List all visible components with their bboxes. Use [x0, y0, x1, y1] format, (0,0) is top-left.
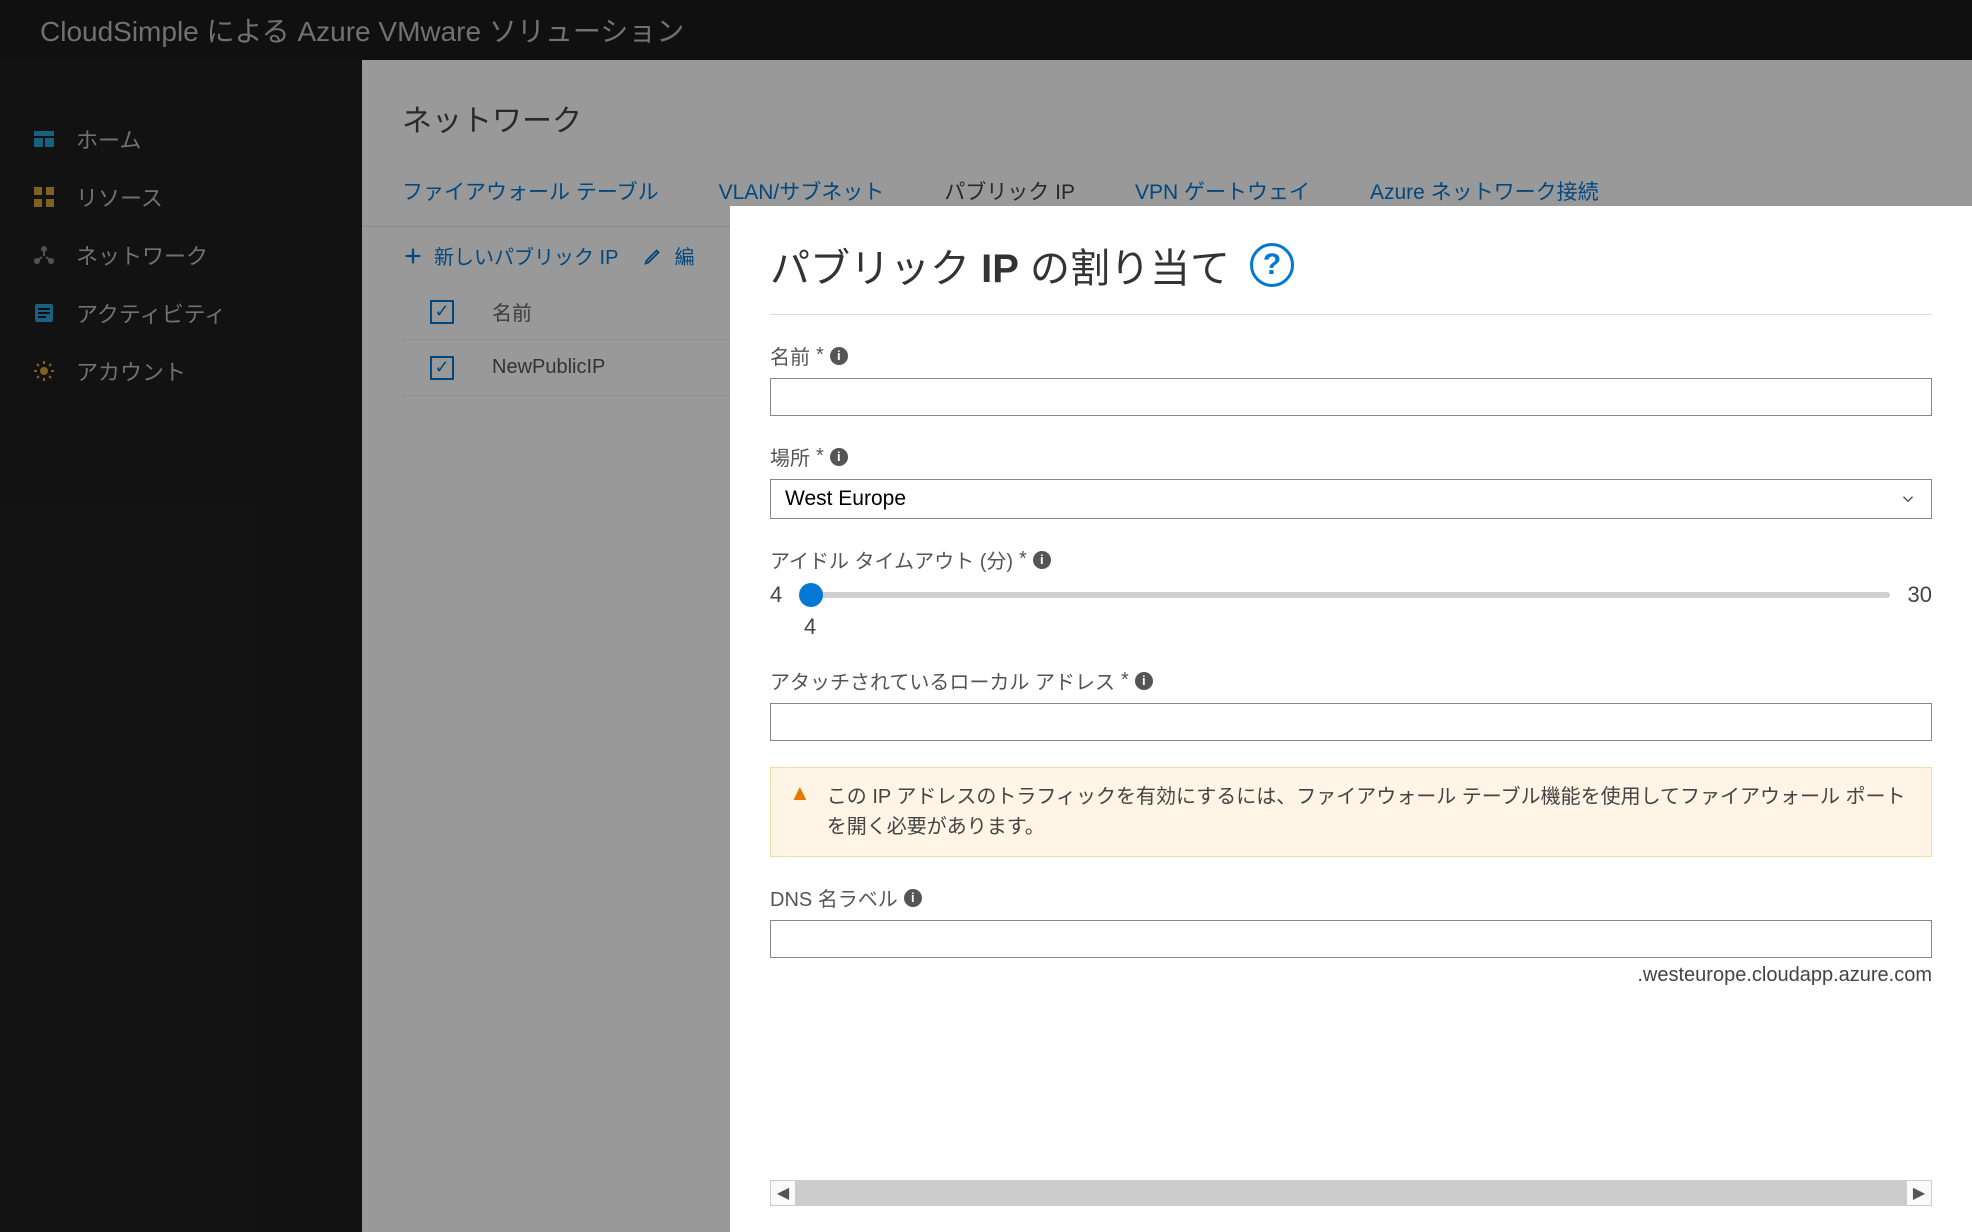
- required-mark: *: [1121, 669, 1129, 692]
- local-address-input[interactable]: [770, 703, 1932, 741]
- field-local-address: アタッチされているローカル アドレス * i: [770, 666, 1932, 741]
- slider-track[interactable]: [800, 592, 1889, 598]
- field-timeout-label: アイドル タイムアウト (分): [770, 545, 1013, 574]
- slider-max: 30: [1908, 582, 1932, 608]
- info-icon[interactable]: i: [830, 448, 848, 466]
- panel-title-suffix: の割り当て: [1019, 247, 1230, 291]
- scroll-track[interactable]: [795, 1181, 1907, 1205]
- panel-title-prefix: パブリック: [770, 247, 981, 291]
- name-input[interactable]: [770, 378, 1932, 416]
- info-icon[interactable]: i: [1135, 672, 1153, 690]
- help-button[interactable]: ?: [1250, 243, 1294, 287]
- slider-min: 4: [770, 582, 782, 608]
- field-dns-label: DNS 名ラベル i .westeurope.cloudapp.azure.co…: [770, 883, 1932, 987]
- panel-title-bold: IP: [981, 247, 1019, 291]
- field-name: 名前 * i: [770, 341, 1932, 416]
- info-icon[interactable]: i: [1033, 551, 1051, 569]
- info-icon[interactable]: i: [830, 347, 848, 365]
- scroll-left-icon[interactable]: ◀: [771, 1183, 795, 1203]
- location-select[interactable]: West Europe: [770, 479, 1932, 519]
- field-dns-label-text: DNS 名ラベル: [770, 883, 898, 912]
- warning-icon: ▲: [789, 782, 811, 804]
- slider-thumb[interactable]: [799, 583, 823, 607]
- dns-suffix: .westeurope.cloudapp.azure.com: [770, 964, 1932, 987]
- field-name-label-row: 名前 * i: [770, 341, 1932, 370]
- timeout-slider[interactable]: 4 30: [770, 582, 1932, 608]
- panel-title: パブリック IP の割り当て: [770, 236, 1230, 294]
- required-mark: *: [1019, 548, 1027, 571]
- horizontal-scrollbar[interactable]: ◀ ▶: [770, 1180, 1932, 1206]
- field-local-label: アタッチされているローカル アドレス: [770, 666, 1115, 695]
- help-icon: ?: [1263, 248, 1281, 282]
- field-idle-timeout: アイドル タイムアウト (分) * i 4 30 4: [770, 545, 1932, 640]
- location-value: West Europe: [785, 487, 906, 511]
- required-mark: *: [816, 344, 824, 367]
- allocate-public-ip-panel: パブリック IP の割り当て ? 名前 * i 場所 * i West Euro…: [730, 206, 1972, 1232]
- required-mark: *: [816, 445, 824, 468]
- field-location: 場所 * i West Europe: [770, 442, 1932, 519]
- field-local-label-row: アタッチされているローカル アドレス * i: [770, 666, 1932, 695]
- field-dns-label-row: DNS 名ラベル i: [770, 883, 1932, 912]
- scroll-right-icon[interactable]: ▶: [1907, 1183, 1931, 1203]
- field-name-label: 名前: [770, 341, 810, 370]
- warning-text: この IP アドレスのトラフィックを有効にするには、ファイアウォール テーブル機…: [827, 782, 1913, 842]
- panel-header: パブリック IP の割り当て ?: [770, 236, 1932, 315]
- slider-value: 4: [804, 614, 1932, 640]
- chevron-down-icon: [1899, 490, 1917, 508]
- dns-label-input[interactable]: [770, 920, 1932, 958]
- field-location-label-row: 場所 * i: [770, 442, 1932, 471]
- info-icon[interactable]: i: [904, 889, 922, 907]
- firewall-warning: ▲ この IP アドレスのトラフィックを有効にするには、ファイアウォール テーブ…: [770, 767, 1932, 857]
- field-location-label: 場所: [770, 442, 810, 471]
- panel-form: 名前 * i 場所 * i West Europe アイドル タイムアウト (分…: [770, 315, 1932, 987]
- field-timeout-label-row: アイドル タイムアウト (分) * i: [770, 545, 1932, 574]
